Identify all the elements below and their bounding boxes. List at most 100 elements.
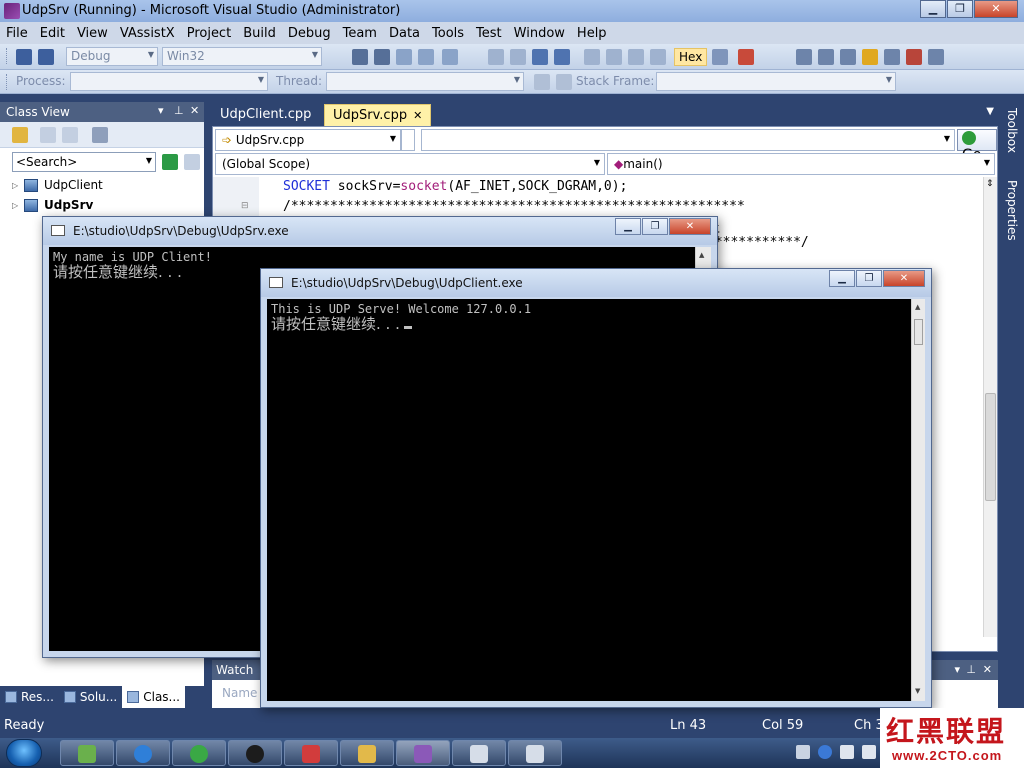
- scrollbar-thumb[interactable]: [914, 319, 923, 345]
- flag-thread-icon[interactable]: [534, 74, 550, 90]
- class-view-search-input[interactable]: <Search> ▼: [12, 152, 156, 172]
- minimize-button[interactable]: ▁: [615, 218, 641, 235]
- menu-debug[interactable]: Debug: [282, 26, 337, 41]
- vax-navigation-combo[interactable]: ▼: [421, 129, 955, 151]
- taskbar-console-2[interactable]: [508, 740, 562, 766]
- tab-solution-explorer[interactable]: Solu...: [59, 686, 122, 708]
- close-button[interactable]: ✕: [883, 270, 925, 287]
- show-next-statement-icon[interactable]: [584, 49, 600, 65]
- keyboard-icon[interactable]: [796, 745, 810, 759]
- solution-config-combo[interactable]: Debug ▼: [66, 47, 158, 66]
- go-to-icon[interactable]: [862, 49, 878, 65]
- menu-test[interactable]: Test: [470, 26, 508, 41]
- properties-tab[interactable]: Properties: [1005, 180, 1019, 241]
- comment-icon[interactable]: [396, 49, 412, 65]
- console-title-bar[interactable]: E:\studio\UdpSrv\Debug\UdpClient.exe ▁ ❐…: [261, 269, 931, 297]
- save-icon[interactable]: [16, 49, 32, 65]
- close-button[interactable]: ✕: [669, 218, 711, 235]
- threads-icon[interactable]: [712, 49, 728, 65]
- taskbar-explorer[interactable]: [340, 740, 394, 766]
- menu-vassistx[interactable]: VAssistX: [114, 26, 181, 41]
- stop-debugging-icon[interactable]: [532, 49, 548, 65]
- toolbar-grip[interactable]: [6, 48, 9, 64]
- panel-menu-icon[interactable]: ▾: [158, 104, 164, 117]
- scroll-down-icon[interactable]: ▼: [915, 687, 920, 695]
- menu-team[interactable]: Team: [337, 26, 383, 41]
- close-tab-icon[interactable]: ✕: [413, 109, 422, 122]
- indent-icon[interactable]: [352, 49, 368, 65]
- console-vertical-scrollbar[interactable]: ▲ ▼: [911, 299, 925, 701]
- watch-name-column[interactable]: Name: [222, 686, 257, 700]
- volume-icon[interactable]: [862, 745, 876, 759]
- console-output[interactable]: This is UDP Serve! Welcome 127.0.0.1 请按任…: [267, 299, 911, 701]
- thread-combo[interactable]: ▼: [326, 72, 524, 91]
- break-all-icon[interactable]: [510, 49, 526, 65]
- list-methods-icon[interactable]: [884, 49, 900, 65]
- taskbar-internet-explorer[interactable]: [116, 740, 170, 766]
- tree-item-udpclient[interactable]: ▷ UdpClient: [12, 178, 103, 192]
- close-button[interactable]: ✕: [974, 0, 1018, 18]
- minimize-button[interactable]: ▁: [829, 270, 855, 287]
- console-window-udpclient[interactable]: E:\studio\UdpSrv\Debug\UdpClient.exe ▁ ❐…: [260, 268, 932, 708]
- menu-tools[interactable]: Tools: [426, 26, 470, 41]
- action-center-icon[interactable]: [840, 745, 854, 759]
- search-go-icon[interactable]: [162, 154, 178, 170]
- solution-platform-combo[interactable]: Win32 ▼: [162, 47, 322, 66]
- find-icon[interactable]: [796, 49, 812, 65]
- open-file-icon[interactable]: [840, 49, 856, 65]
- editor-vertical-scrollbar[interactable]: ⇕: [983, 177, 997, 637]
- menu-file[interactable]: File: [0, 26, 34, 41]
- taskbar-app-1[interactable]: [60, 740, 114, 766]
- settings-icon[interactable]: [92, 127, 108, 143]
- tree-item-udpsrv[interactable]: ▷ UdpSrv: [12, 198, 93, 212]
- maximize-button[interactable]: ❐: [856, 270, 882, 287]
- minimize-button[interactable]: ▁: [920, 0, 946, 18]
- panel-close-icon[interactable]: ✕: [190, 104, 199, 117]
- scrollbar-thumb[interactable]: [985, 393, 996, 501]
- panel-menu-icon[interactable]: ▾: [954, 663, 960, 676]
- breakpoints-icon[interactable]: [738, 49, 754, 65]
- file-navigation-combo[interactable]: ➩ UdpSrv.cpp ▼: [215, 129, 401, 151]
- tab-udpclient-cpp[interactable]: UdpClient.cpp: [212, 104, 319, 126]
- help-icon[interactable]: [818, 745, 832, 759]
- menu-project[interactable]: Project: [181, 26, 237, 41]
- member-combo[interactable]: ◆main() ▼: [607, 153, 995, 175]
- collapse-icon[interactable]: ⊟: [241, 201, 249, 211]
- options-icon[interactable]: [928, 49, 944, 65]
- flag-all-icon[interactable]: [556, 74, 572, 90]
- process-combo[interactable]: ▼: [70, 72, 268, 91]
- menu-data[interactable]: Data: [383, 26, 426, 41]
- panel-close-icon[interactable]: ✕: [983, 663, 992, 676]
- back-icon[interactable]: [40, 127, 56, 143]
- taskbar-browser[interactable]: [172, 740, 226, 766]
- tab-class-view[interactable]: Clas...: [122, 686, 185, 708]
- menu-edit[interactable]: Edit: [34, 26, 71, 41]
- menu-build[interactable]: Build: [237, 26, 282, 41]
- forward-icon[interactable]: [62, 127, 78, 143]
- stack-frame-combo[interactable]: ▼: [656, 72, 896, 91]
- taskbar-visual-studio[interactable]: [396, 740, 450, 766]
- toolbox-tab[interactable]: Toolbox: [1005, 108, 1019, 153]
- save-all-icon[interactable]: [38, 49, 54, 65]
- pin-icon[interactable]: ⊥: [966, 663, 976, 676]
- tab-list-icon[interactable]: ▼: [986, 106, 994, 117]
- new-folder-icon[interactable]: [12, 127, 28, 143]
- start-button[interactable]: [6, 739, 42, 767]
- title-bar[interactable]: UdpSrv (Running) - Microsoft Visual Stud…: [0, 0, 1024, 22]
- step-over-icon[interactable]: [628, 49, 644, 65]
- step-out-icon[interactable]: [650, 49, 666, 65]
- maximize-button[interactable]: ❐: [947, 0, 973, 18]
- taskbar-qq[interactable]: [228, 740, 282, 766]
- scope-combo[interactable]: (Global Scope) ▼: [215, 153, 605, 175]
- split-icon[interactable]: ⇕: [986, 179, 994, 189]
- taskbar-console-1[interactable]: [452, 740, 506, 766]
- spell-check-icon[interactable]: [906, 49, 922, 65]
- menu-view[interactable]: View: [71, 26, 114, 41]
- scroll-up-icon[interactable]: ▲: [699, 251, 704, 259]
- find-references-icon[interactable]: [818, 49, 834, 65]
- step-into-icon[interactable]: [606, 49, 622, 65]
- console-title-bar[interactable]: E:\studio\UdpSrv\Debug\UdpSrv.exe ▁ ❐ ✕: [43, 217, 717, 245]
- split-stepper[interactable]: [401, 129, 415, 151]
- tab-udpsrv-cpp[interactable]: UdpSrv.cpp ✕: [324, 104, 432, 126]
- menu-help[interactable]: Help: [571, 26, 613, 41]
